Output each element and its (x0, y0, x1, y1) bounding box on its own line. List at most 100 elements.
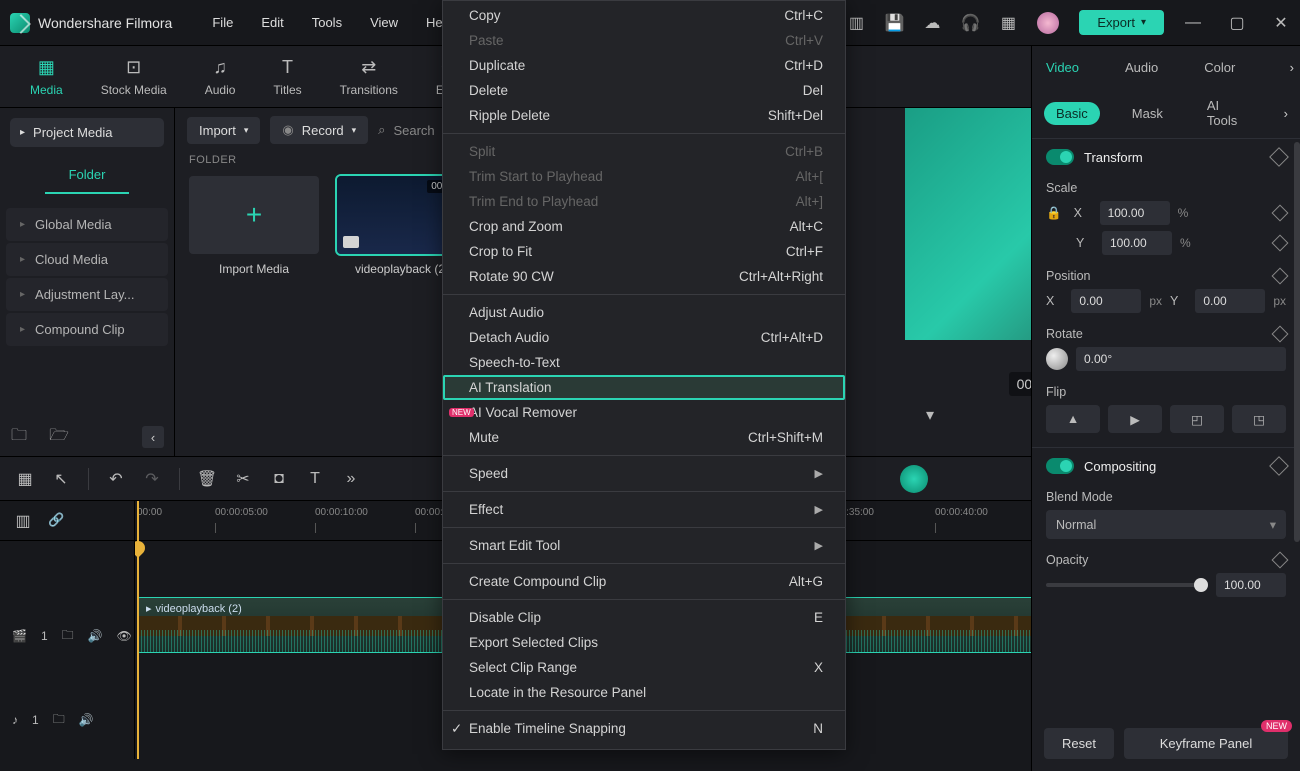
window-maximize-icon[interactable]: ▢ (1228, 14, 1246, 32)
tl-delete-icon[interactable]: 🗑 (198, 470, 216, 488)
tab-titles[interactable]: TTitles (273, 57, 301, 97)
ctx-rotate-90-cw[interactable]: Rotate 90 CWCtrl+Alt+Right (443, 264, 845, 289)
ctx-delete[interactable]: DeleteDel (443, 78, 845, 103)
visibility-icon[interactable]: 👁 (117, 629, 132, 643)
blend-mode-select[interactable]: Normal▾ (1046, 510, 1286, 539)
ctx-ai-translation[interactable]: AI Translation (443, 375, 845, 400)
scale-y-input[interactable] (1102, 231, 1172, 255)
import-media-cell[interactable]: + Import Media (189, 176, 319, 276)
keyframe-panel-button[interactable]: Keyframe PanelNEW (1124, 728, 1288, 759)
opacity-keyframe[interactable] (1272, 552, 1289, 569)
open-folder-icon[interactable]: 🗁 (50, 428, 68, 446)
mute-track-icon[interactable]: 🔊 (88, 629, 103, 643)
ctx-effect[interactable]: Effect▶ (443, 497, 845, 522)
tl-link-icon[interactable]: 🔗 (48, 512, 66, 530)
compositing-keyframe-icon[interactable] (1269, 456, 1289, 476)
opacity-input[interactable] (1216, 573, 1286, 597)
folder-tab[interactable]: Folder (45, 157, 129, 194)
ctx-enable-timeline-snapping[interactable]: ✓Enable Timeline SnappingN (443, 716, 845, 741)
project-media-button[interactable]: ▸Project Media (10, 118, 164, 147)
ctx-detach-audio[interactable]: Detach AudioCtrl+Alt+D (443, 325, 845, 350)
tl-cursor-icon[interactable]: ↖ (52, 470, 70, 488)
rp-sub-basic[interactable]: Basic (1044, 102, 1100, 125)
tl-redo-icon[interactable]: ↷ (143, 470, 161, 488)
new-folder-icon[interactable]: 🗀 (10, 428, 28, 446)
tab-transitions[interactable]: ⇄Transitions (340, 57, 398, 97)
lock-icon[interactable]: 🗀 (53, 710, 65, 731)
ctx-ripple-delete[interactable]: Ripple DeleteShift+Del (443, 103, 845, 128)
ctx-mute[interactable]: MuteCtrl+Shift+M (443, 425, 845, 450)
scale-x-keyframe[interactable] (1272, 205, 1289, 222)
menu-view[interactable]: View (370, 15, 398, 30)
tree-adjustment-layer[interactable]: ▸Adjustment Lay... (6, 278, 168, 311)
tab-stock-media[interactable]: ⊡Stock Media (101, 57, 167, 97)
tl-undo-icon[interactable]: ↶ (107, 470, 125, 488)
ctx-speed[interactable]: Speed▶ (443, 461, 845, 486)
tl-grid-icon[interactable]: ▦ (16, 470, 34, 488)
import-dropdown[interactable]: Import▾ (187, 117, 260, 144)
rotate-knob[interactable] (1046, 348, 1068, 370)
menu-tools[interactable]: Tools (312, 15, 342, 30)
rp-tabs-more-icon[interactable]: › (1290, 60, 1294, 75)
tree-cloud-media[interactable]: ▸Cloud Media (6, 243, 168, 276)
video-track-header[interactable]: 🎬1 🗀 🔊 👁 (0, 597, 134, 675)
rp-tab-audio[interactable]: Audio (1117, 50, 1166, 85)
collapse-button[interactable]: ‹ (142, 426, 164, 448)
tree-global-media[interactable]: ▸Global Media (6, 208, 168, 241)
monitor-icon[interactable]: ▥ (847, 14, 865, 32)
rp-scrollbar[interactable] (1294, 142, 1300, 542)
record-dropdown[interactable]: ◉Record▾ (270, 116, 368, 144)
ctx-select-clip-range[interactable]: Select Clip RangeX (443, 655, 845, 680)
rotate-cw-button[interactable]: ◳ (1232, 405, 1286, 433)
tree-compound-clip[interactable]: ▸Compound Clip (6, 313, 168, 346)
flip-v-button[interactable]: ▶ (1108, 405, 1162, 433)
tl-layers-icon[interactable]: ▥ (14, 512, 32, 530)
ctx-adjust-audio[interactable]: Adjust Audio (443, 300, 845, 325)
ctx-crop-and-zoom[interactable]: Crop and ZoomAlt+C (443, 214, 845, 239)
audio-track-header[interactable]: ♪1 🗀 🔊 (0, 681, 134, 759)
rp-sub-mask[interactable]: Mask (1120, 102, 1175, 125)
ctx-copy[interactable]: CopyCtrl+C (443, 3, 845, 28)
tab-media[interactable]: ▦Media (30, 57, 63, 97)
reset-button[interactable]: Reset (1044, 728, 1114, 759)
menu-edit[interactable]: Edit (261, 15, 283, 30)
playhead[interactable] (137, 501, 139, 759)
ctx-duplicate[interactable]: DuplicateCtrl+D (443, 53, 845, 78)
pos-x-input[interactable] (1071, 289, 1141, 313)
tab-audio[interactable]: ♫Audio (205, 57, 236, 97)
window-minimize-icon[interactable]: — (1184, 14, 1202, 32)
tl-split-icon[interactable]: ✂ (234, 470, 252, 488)
scale-x-input[interactable] (1100, 201, 1170, 225)
tl-crop-icon[interactable]: ◘ (270, 470, 288, 488)
export-button[interactable]: Export▾ (1079, 10, 1164, 35)
ai-assistant-button[interactable] (900, 465, 928, 493)
ctx-disable-clip[interactable]: Disable ClipE (443, 605, 845, 630)
position-keyframe[interactable] (1272, 268, 1289, 285)
ctx-crop-to-fit[interactable]: Crop to FitCtrl+F (443, 239, 845, 264)
cloud-icon[interactable]: ☁ (923, 14, 941, 32)
rp-tab-video[interactable]: Video (1038, 50, 1087, 85)
tl-text-icon[interactable]: T (306, 470, 324, 488)
pos-y-input[interactable] (1195, 289, 1265, 313)
opacity-slider[interactable] (1046, 583, 1208, 587)
ctx-export-selected-clips[interactable]: Export Selected Clips (443, 630, 845, 655)
tl-more-icon[interactable]: » (342, 470, 360, 488)
ctx-smart-edit-tool[interactable]: Smart Edit Tool▶ (443, 533, 845, 558)
ctx-locate-in-the-resource-panel[interactable]: Locate in the Resource Panel (443, 680, 845, 705)
headphones-icon[interactable]: 🎧 (961, 14, 979, 32)
window-close-icon[interactable]: ✕ (1272, 14, 1290, 32)
mute-track-icon[interactable]: 🔊 (79, 713, 94, 727)
rp-sub-ai-tools[interactable]: AI Tools (1195, 94, 1264, 132)
lock-icon[interactable]: 🗀 (62, 626, 74, 647)
rotate-keyframe[interactable] (1272, 326, 1289, 343)
flip-h-button[interactable]: ▲ (1046, 405, 1100, 433)
compositing-toggle[interactable] (1046, 458, 1074, 474)
rp-sub-more-icon[interactable]: › (1284, 106, 1288, 121)
menu-file[interactable]: File (212, 15, 233, 30)
profile-icon[interactable] (1037, 12, 1059, 34)
save-icon[interactable]: 💾 (885, 14, 903, 32)
rotate-ccw-button[interactable]: ◰ (1170, 405, 1224, 433)
rotate-input[interactable] (1076, 347, 1286, 371)
ctx-create-compound-clip[interactable]: Create Compound ClipAlt+G (443, 569, 845, 594)
apps-icon[interactable]: ▦ (999, 14, 1017, 32)
